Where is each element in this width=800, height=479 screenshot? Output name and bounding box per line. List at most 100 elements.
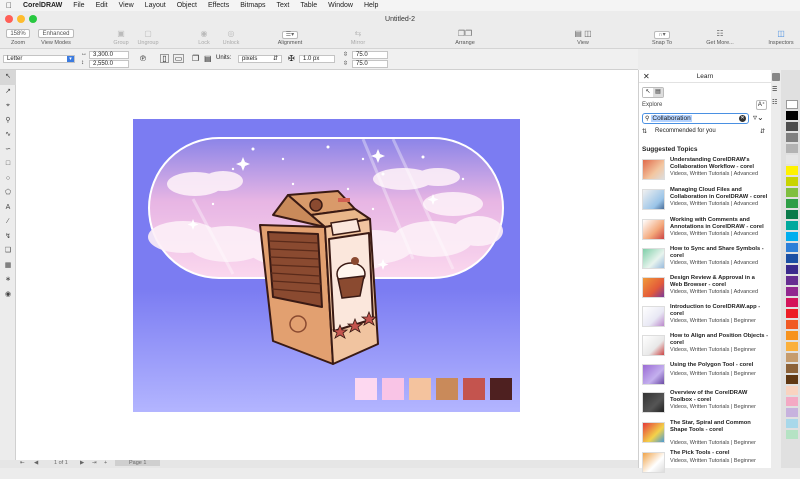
palette-swatch-blush[interactable]	[786, 386, 798, 395]
connector-tool-icon[interactable]: ↯	[0, 230, 16, 245]
palette-swatch-violet[interactable]	[786, 287, 798, 296]
topic-item[interactable]: Introduction to CorelDRAW.app - corel Vi…	[642, 304, 770, 333]
freehand-tool-icon[interactable]: ∿	[0, 128, 16, 143]
polygon-tool-icon[interactable]: ⬠	[0, 186, 16, 201]
palette-swatch-lime[interactable]	[786, 177, 798, 186]
topic-item[interactable]: Working with Comments and Annotations in…	[642, 217, 770, 246]
menu-layout[interactable]: Layout	[145, 2, 166, 9]
unlock-button[interactable]: ◎ Unlock	[218, 29, 244, 46]
topic-item[interactable]: How to Align and Position Objects - core…	[642, 333, 770, 362]
crop-tool-icon[interactable]: ⌖	[0, 99, 16, 114]
view-mode-select[interactable]: Enhanced	[38, 29, 74, 38]
zoom-control[interactable]: 158% Zoom	[4, 29, 32, 46]
snap-to-button[interactable]: ∩▾ Snap To	[647, 29, 677, 46]
inspectors-button[interactable]: ◫ Inspectors	[764, 29, 798, 46]
shape-tool-icon[interactable]: ↗	[0, 85, 16, 100]
topic-item[interactable]: Overview of the CorelDRAW Toolbox - core…	[642, 390, 770, 419]
palette-swatch-gray-lighter[interactable]	[786, 155, 798, 164]
parallel-dimension-icon[interactable]: ∕	[0, 215, 16, 230]
page-width-field[interactable]: 3,300.0	[89, 51, 129, 59]
filter-icon[interactable]: ▿⌄	[753, 113, 764, 122]
next-page-icon[interactable]: ▶	[80, 460, 84, 466]
ellipse-tool-icon[interactable]: ○	[0, 172, 16, 187]
swatch-red[interactable]	[463, 378, 485, 400]
sort-select[interactable]: ⇅ Recommended for you ⇵	[642, 126, 768, 136]
learn-tab-icon[interactable]	[772, 73, 780, 81]
palette-swatch-blue-dark[interactable]	[786, 254, 798, 263]
interactive-fill-icon[interactable]: ◉	[0, 288, 16, 303]
topic-item[interactable]: Using the Polygon Tool - corel Videos, W…	[642, 362, 770, 391]
transparency-icon[interactable]: ▦	[0, 259, 16, 274]
page-layout-icon[interactable]: ℗	[140, 54, 146, 63]
palette-swatch-tan[interactable]	[786, 353, 798, 362]
alignment-button[interactable]: ☰▾ Alignment	[274, 29, 306, 46]
palette-swatch-white[interactable]	[786, 100, 798, 109]
swatch-dark-brown[interactable]	[490, 378, 512, 400]
palette-swatch-pink[interactable]	[786, 397, 798, 406]
duplicate-y-field[interactable]: 75.0	[352, 60, 388, 68]
palette-swatch-orange-red[interactable]	[786, 320, 798, 329]
prev-page-icon[interactable]: ◀	[34, 460, 38, 466]
artboard[interactable]	[133, 119, 520, 412]
menu-window[interactable]: Window	[328, 2, 353, 9]
mirror-button[interactable]: ⇆ Mirror	[346, 29, 370, 46]
palette-swatch-magenta[interactable]	[786, 298, 798, 307]
palette-swatch-gray-light[interactable]	[786, 144, 798, 153]
rectangle-tool-icon[interactable]: □	[0, 157, 16, 172]
palette-swatch-green-light[interactable]	[786, 188, 798, 197]
properties-tab-icon[interactable]: ☰	[772, 86, 777, 93]
topic-item[interactable]: Managing Cloud Files and Collaboration i…	[642, 187, 770, 216]
swatch-tan[interactable]	[436, 378, 458, 400]
palette-swatch-cyan[interactable]	[786, 232, 798, 241]
arrange-button[interactable]: ❐❐ Arrange	[450, 29, 480, 46]
palette-swatch-green[interactable]	[786, 199, 798, 208]
topic-item[interactable]: Understanding CorelDRAW's Collaboration …	[642, 157, 770, 186]
current-page-icon[interactable]: ▤	[204, 54, 212, 63]
palette-swatch-indigo[interactable]	[786, 265, 798, 274]
last-page-icon[interactable]: ⇥	[92, 460, 97, 466]
pick-tool-icon[interactable]: ↖	[0, 70, 16, 85]
palette-swatch-brown[interactable]	[786, 364, 798, 373]
zoom-select[interactable]: 158%	[6, 29, 30, 38]
palette-swatch-yellow[interactable]	[786, 166, 798, 175]
topic-item[interactable]: The Star, Spiral and Common Shape Tools …	[642, 420, 770, 449]
palette-swatch-orange[interactable]	[786, 331, 798, 340]
view-modes-control[interactable]: Enhanced View Modes	[36, 29, 76, 46]
menu-table[interactable]: Table	[300, 2, 317, 9]
close-icon[interactable]: ✕	[643, 72, 650, 81]
palette-swatch-teal[interactable]	[786, 221, 798, 230]
topic-item[interactable]: Design Review & Approval in a Web Browse…	[642, 275, 770, 304]
text-tool-icon[interactable]: A	[0, 201, 16, 216]
landscape-icon[interactable]: ▭	[173, 54, 184, 63]
swatch-light-pink[interactable]	[355, 378, 377, 400]
palette-swatch-red[interactable]	[786, 309, 798, 318]
palette-swatch-lavender[interactable]	[786, 408, 798, 417]
nudge-field[interactable]: 1.0 px	[299, 55, 335, 63]
group-button[interactable]: ▣ Group	[108, 29, 134, 46]
duplicate-x-field[interactable]: 75.0	[352, 51, 388, 59]
docker-mode-icon[interactable]: ▤	[653, 88, 663, 97]
topic-item[interactable]: How to Sync and Share Symbols - corel Vi…	[642, 246, 770, 275]
palette-swatch-blue[interactable]	[786, 243, 798, 252]
palette-swatch-black[interactable]	[786, 111, 798, 120]
units-select[interactable]: pixels ⇵	[238, 55, 282, 63]
menu-bitmaps[interactable]: Bitmaps	[240, 2, 265, 9]
palette-swatch-amber[interactable]	[786, 342, 798, 351]
menu-help[interactable]: Help	[364, 2, 378, 9]
all-pages-icon[interactable]: ❐	[192, 54, 199, 63]
palette-swatch-purple[interactable]	[786, 276, 798, 285]
eyedropper-icon[interactable]: ∗	[0, 273, 16, 288]
menu-file[interactable]: File	[73, 2, 84, 9]
drop-shadow-icon[interactable]: ❑	[0, 244, 16, 259]
layers-tab-icon[interactable]: ☷	[772, 99, 777, 106]
palette-swatch-brown-dark[interactable]	[786, 375, 798, 384]
menu-app-name[interactable]: CorelDRAW	[23, 2, 62, 9]
view-button[interactable]: ▤ ◫ View	[568, 29, 598, 46]
topic-item[interactable]: The Pick Tools - corel Videos, Written T…	[642, 450, 770, 479]
drawing-canvas[interactable]	[16, 70, 638, 460]
portrait-icon[interactable]: ▯	[160, 54, 169, 63]
palette-swatch-gray[interactable]	[786, 133, 798, 142]
apple-icon[interactable]: 	[6, 1, 12, 10]
palette-swatch-mint[interactable]	[786, 430, 798, 439]
first-page-icon[interactable]: ⇤	[20, 460, 25, 466]
